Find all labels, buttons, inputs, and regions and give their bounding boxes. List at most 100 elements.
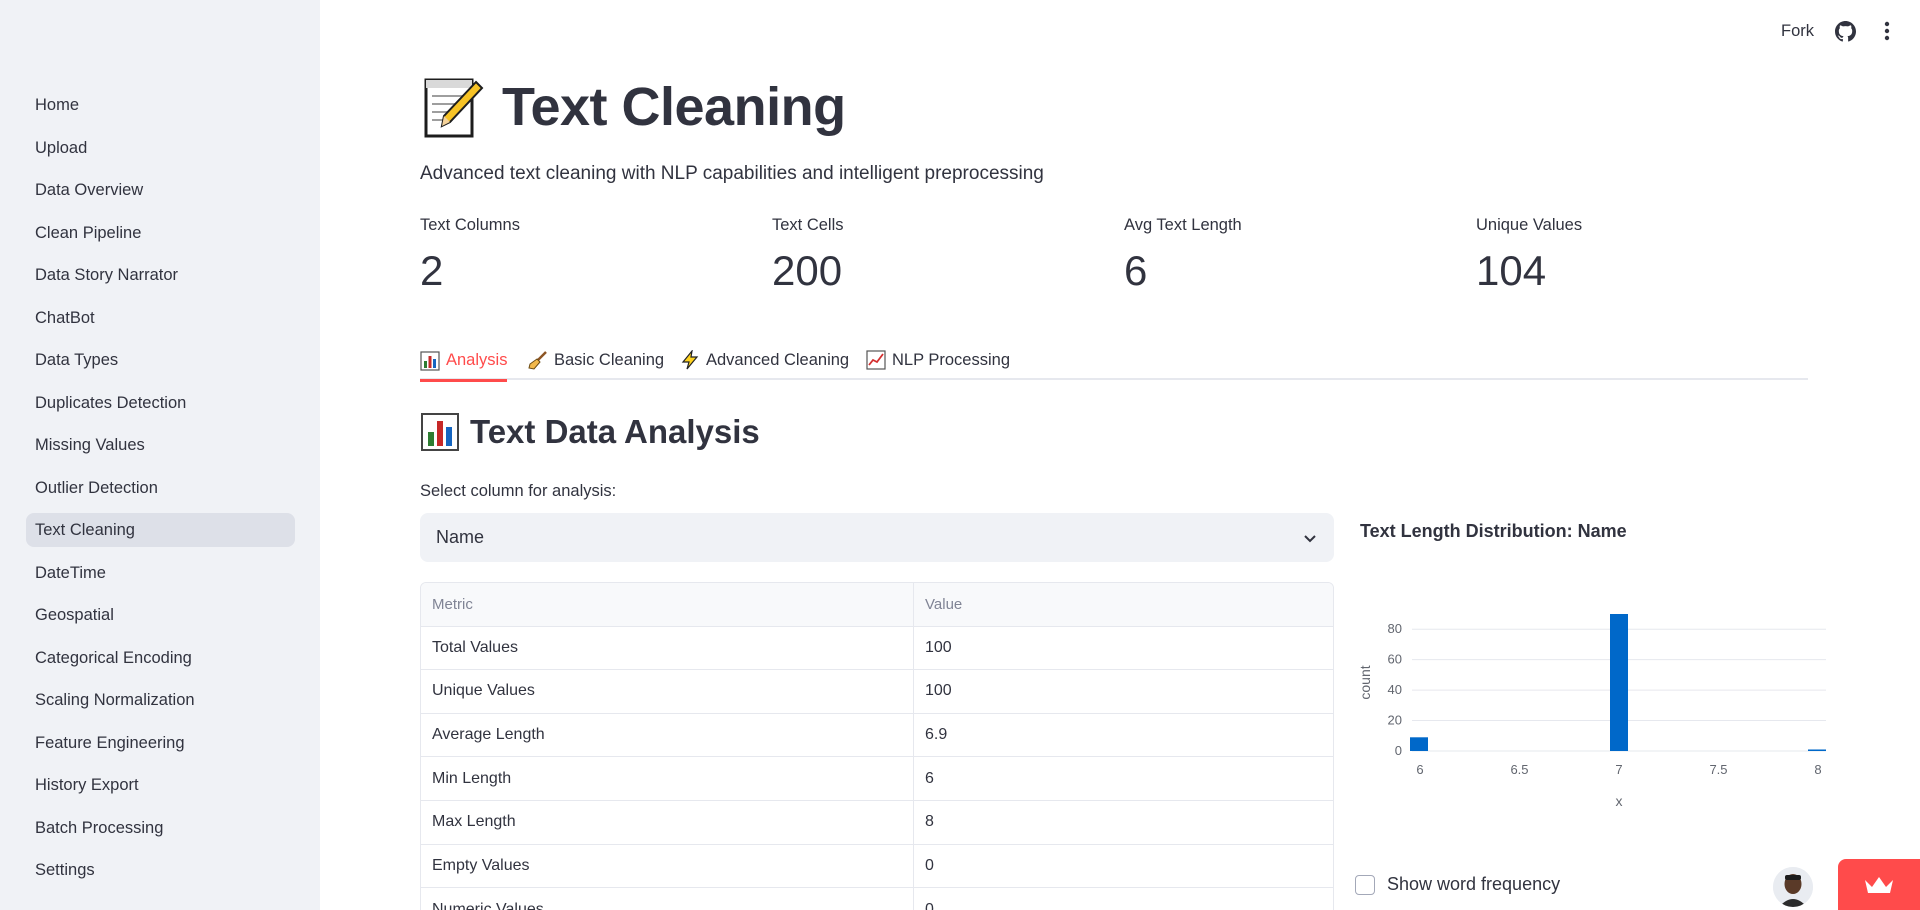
metric-unique-values: Unique Values 104: [1476, 216, 1582, 295]
sidebar-item-categorical-encoding[interactable]: Categorical Encoding: [26, 641, 295, 675]
trend-chart-icon: [866, 350, 886, 370]
metric-label: Avg Text Length: [1124, 216, 1242, 234]
sidebar-item-datetime[interactable]: DateTime: [26, 556, 295, 590]
top-toolbar: Fork: [1781, 16, 1898, 46]
metric-text-columns: Text Columns 2: [420, 216, 520, 295]
tab-basic-cleaning[interactable]: Basic Cleaning: [528, 342, 664, 378]
metric-avg-text-length: Avg Text Length 6: [1124, 216, 1242, 295]
x-tick-label: 6: [1416, 762, 1423, 777]
table-cell: Min Length: [421, 757, 914, 800]
select-column-label: Select column for analysis:: [420, 482, 617, 500]
table-row: Numeric Values 0: [421, 888, 1333, 910]
text-length-histogram: 0 20 40 60 80 6 6.5 7 7.5 8 x count: [1357, 614, 1826, 809]
sidebar-item-upload[interactable]: Upload: [26, 131, 295, 165]
word-frequency-toggle[interactable]: Show word frequency: [1355, 874, 1560, 895]
histogram-bar: [1808, 749, 1826, 751]
y-tick-label: 20: [1388, 713, 1402, 728]
x-tick-label: 7: [1615, 762, 1622, 777]
tab-nlp-processing[interactable]: NLP Processing: [866, 342, 1010, 378]
word-frequency-checkbox[interactable]: [1355, 874, 1375, 895]
histogram-bar: [1410, 737, 1428, 751]
more-options-icon[interactable]: [1876, 20, 1898, 42]
section-title: Text Data Analysis: [420, 412, 760, 452]
y-tick-label: 60: [1388, 652, 1402, 667]
table-cell: 100: [925, 638, 952, 656]
sidebar-item-duplicates-detection[interactable]: Duplicates Detection: [26, 386, 295, 420]
sidebar-item-chatbot[interactable]: ChatBot: [26, 301, 295, 335]
table-cell: 6: [925, 769, 934, 787]
column-header[interactable]: Metric: [421, 583, 914, 626]
table-cell: Unique Values: [421, 670, 914, 713]
metric-value: 2: [420, 247, 444, 294]
tab-label: Advanced Cleaning: [706, 350, 850, 369]
table-cell: 6.9: [925, 726, 948, 744]
tab-label: Analysis: [446, 351, 508, 369]
sidebar-item-clean-pipeline[interactable]: Clean Pipeline: [26, 216, 295, 250]
tab-label: NLP Processing: [892, 350, 1011, 369]
x-tick-label: 7.5: [1709, 762, 1727, 777]
metric-label: Unique Values: [1476, 216, 1583, 234]
sidebar-item-data-types[interactable]: Data Types: [26, 343, 295, 377]
sidebar-nav: Home Upload Data Overview Clean Pipeline…: [26, 88, 295, 896]
chevron-down-icon: [1304, 534, 1316, 542]
sidebar-item-geospatial[interactable]: Geospatial: [26, 598, 295, 632]
table-cell: 0: [925, 900, 934, 910]
table-cell: Empty Values: [421, 844, 914, 888]
table-cell: 100: [925, 682, 952, 700]
table-row: Unique Values 100: [421, 670, 1333, 714]
sidebar-item-text-cleaning[interactable]: Text Cleaning: [26, 513, 295, 547]
sidebar-item-scaling-normalization[interactable]: Scaling Normalization: [26, 683, 295, 717]
y-axis-title: count: [1357, 665, 1373, 699]
chart-title: Text Length Distribution: Name: [1360, 521, 1627, 541]
avatar[interactable]: [1773, 867, 1813, 907]
page-subtitle: Advanced text cleaning with NLP capabili…: [420, 163, 1044, 184]
table-row: Max Length 8: [421, 800, 1333, 845]
metric-text-cells: Text Cells 200: [772, 216, 844, 295]
y-tick-label: 80: [1388, 621, 1402, 636]
y-tick-label: 0: [1395, 743, 1402, 758]
column-header[interactable]: Value: [914, 583, 1333, 626]
section-title-text: Text Data Analysis: [470, 413, 760, 450]
hosted-badge[interactable]: [1838, 859, 1920, 910]
y-tick-label: 40: [1388, 682, 1402, 697]
metric-value: 104: [1476, 247, 1547, 294]
lightning-icon: [681, 350, 699, 370]
fork-button[interactable]: Fork: [1781, 22, 1814, 41]
x-tick-label: 8: [1814, 762, 1821, 777]
sidebar-item-settings[interactable]: Settings: [26, 853, 295, 887]
x-tick-label: 6.5: [1510, 762, 1528, 777]
title-row: Text Cleaning: [420, 72, 846, 142]
sidebar-item-feature-engineering[interactable]: Feature Engineering: [26, 726, 295, 760]
metric-label: Text Columns: [420, 216, 520, 234]
column-select[interactable]: Name: [420, 513, 1334, 562]
table-header: Metric Value: [421, 583, 1333, 627]
tab-advanced-cleaning[interactable]: Advanced Cleaning: [680, 342, 849, 378]
sidebar-item-history-export[interactable]: History Export: [26, 768, 295, 802]
metric-value: 6: [1124, 247, 1148, 294]
table-cell: Average Length: [421, 713, 914, 757]
sidebar-item-home[interactable]: Home: [26, 88, 295, 122]
sidebar-item-batch-processing[interactable]: Batch Processing: [26, 811, 295, 845]
sidebar-item-data-story-narrator[interactable]: Data Story Narrator: [26, 258, 295, 292]
broom-icon: [528, 351, 547, 370]
sidebar-item-outlier-detection[interactable]: Outlier Detection: [26, 471, 295, 505]
tab-analysis[interactable]: Analysis: [420, 342, 508, 382]
user-avatar-icon: [1773, 867, 1813, 907]
table-row: Min Length 6: [421, 757, 1333, 801]
table-row: Empty Values 0: [421, 844, 1333, 889]
sidebar-item-data-overview[interactable]: Data Overview: [26, 173, 295, 207]
table-cell: Total Values: [421, 626, 914, 670]
github-icon[interactable]: [1834, 20, 1856, 42]
bar-chart-icon: [420, 350, 440, 371]
x-axis-title: x: [1616, 793, 1623, 809]
sidebar: Home Upload Data Overview Clean Pipeline…: [0, 0, 320, 910]
select-value: Name: [436, 527, 485, 547]
table-cell: 0: [925, 856, 934, 874]
tab-bar: Analysis Basic Cleaning Advanced Cleanin…: [420, 336, 1808, 382]
sidebar-item-missing-values[interactable]: Missing Values: [26, 428, 295, 462]
page-title: Text Cleaning: [502, 77, 846, 137]
table-cell: 8: [925, 813, 934, 831]
bar-chart-icon: [421, 413, 459, 451]
histogram-bar: [1610, 614, 1628, 751]
metric-label: Text Cells: [772, 216, 844, 234]
